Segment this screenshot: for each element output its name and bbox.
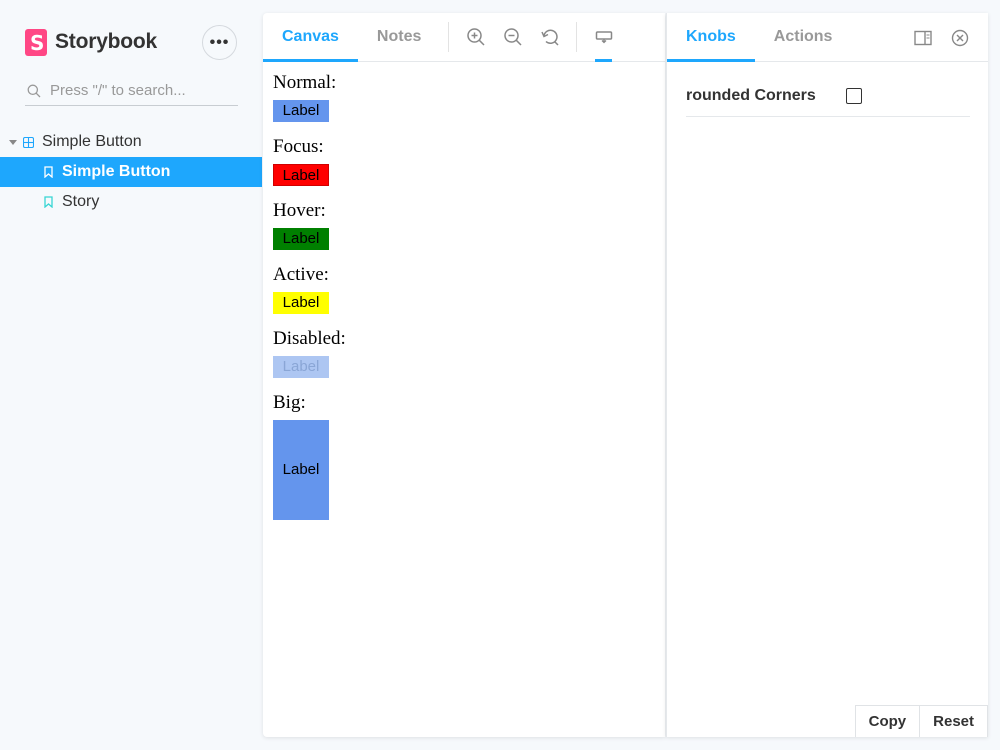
- rounded-corners-checkbox[interactable]: [846, 87, 862, 104]
- demo-heading-disabled: Disabled:: [273, 328, 346, 349]
- component-icon: [23, 136, 34, 148]
- tab-canvas[interactable]: Canvas: [263, 13, 358, 62]
- zoom-out-button[interactable]: [494, 13, 531, 61]
- viewport-button[interactable]: [585, 13, 622, 62]
- knobs-footer: Copy Reset: [854, 705, 988, 737]
- search-input[interactable]: [50, 82, 230, 99]
- demo-button-big[interactable]: Label: [273, 420, 329, 520]
- tree-group-simple-button[interactable]: Simple Button: [0, 127, 262, 157]
- knob-row-rounded-corners: rounded Corners: [686, 75, 970, 117]
- menu-button[interactable]: •••: [202, 25, 237, 60]
- copy-button[interactable]: Copy: [854, 705, 921, 737]
- viewport-icon: [595, 31, 613, 44]
- storybook-logo-icon: [25, 28, 47, 56]
- tree-story-story[interactable]: Story: [0, 187, 262, 217]
- tree-story-label: Story: [62, 193, 100, 210]
- demo-button-normal[interactable]: Label: [273, 100, 329, 122]
- search-icon: [27, 84, 41, 97]
- demo-heading-normal: Normal:: [273, 72, 337, 93]
- bookmark-icon: [44, 196, 53, 208]
- addons-panel: Knobs Actions rounded Corners Copy Reset: [666, 13, 988, 737]
- reset-zoom-button[interactable]: [531, 13, 568, 61]
- tab-actions[interactable]: Actions: [755, 13, 852, 61]
- zoom-out-icon: [504, 28, 522, 46]
- search-box[interactable]: [25, 76, 238, 106]
- preview-toolbar: Canvas Notes: [263, 13, 665, 62]
- demo-button-hover[interactable]: Label: [273, 228, 329, 250]
- zoom-in-button[interactable]: [457, 13, 494, 61]
- brand[interactable]: Storybook: [25, 28, 157, 56]
- demo-heading-focus: Focus:: [273, 136, 324, 157]
- panel-orientation-button[interactable]: [913, 29, 933, 47]
- addons-toolbar: Knobs Actions: [667, 13, 988, 62]
- toolbar-divider: [448, 22, 450, 52]
- tree-story-simple-button[interactable]: Simple Button: [0, 157, 262, 187]
- story-tree: Simple Button Simple Button Story: [0, 127, 262, 217]
- zoom-in-icon: [467, 28, 485, 46]
- tree-group-label: Simple Button: [42, 133, 142, 150]
- demo-heading-active: Active:: [273, 264, 329, 285]
- demo-heading-hover: Hover:: [273, 200, 326, 221]
- story-canvas: Normal: Label Focus: Label Hover: Label …: [263, 62, 665, 544]
- demo-button-focus[interactable]: Label: [273, 164, 329, 186]
- tab-knobs[interactable]: Knobs: [667, 13, 755, 62]
- bookmark-icon: [44, 166, 53, 178]
- reset-button[interactable]: Reset: [920, 705, 988, 737]
- toolbar-divider: [576, 22, 578, 52]
- brand-name: Storybook: [55, 30, 158, 53]
- tree-story-label: Simple Button: [62, 163, 171, 180]
- demo-heading-big: Big:: [273, 392, 306, 413]
- panel-controls: [896, 29, 970, 47]
- close-icon: [951, 29, 969, 47]
- demo-button-active[interactable]: Label: [273, 292, 329, 314]
- tab-notes[interactable]: Notes: [358, 13, 440, 61]
- preview-panel: Canvas Notes Normal: Label Focus: Label …: [263, 13, 665, 737]
- reset-zoom-icon: [541, 29, 559, 46]
- knob-label: rounded Corners: [686, 86, 816, 104]
- caret-down-icon: [9, 139, 17, 145]
- panel-orientation-icon: [914, 30, 932, 46]
- demo-button-disabled: Label: [273, 356, 329, 378]
- sidebar: Storybook ••• Simple Button Simple Butto…: [0, 0, 262, 750]
- close-panel-button[interactable]: [950, 29, 970, 47]
